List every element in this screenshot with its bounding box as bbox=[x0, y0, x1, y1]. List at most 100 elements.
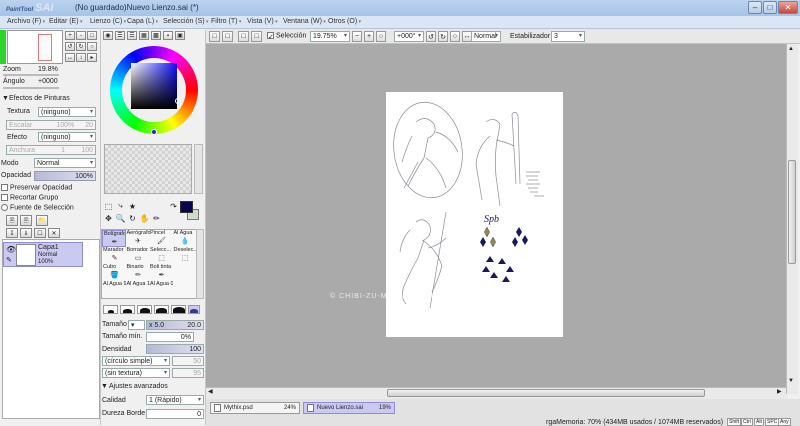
advanced-collapse-icon[interactable]: ▼ bbox=[101, 383, 108, 390]
brush-tool-cell[interactable]: Al Agua 01 bbox=[149, 281, 173, 298]
brush-tip-wide[interactable] bbox=[171, 305, 186, 314]
menu-lienzo[interactable]: Lienzo (C) bbox=[90, 18, 126, 25]
brush-tip-round[interactable] bbox=[103, 305, 118, 314]
rgb-slider-mode-icon[interactable]: ☰ bbox=[115, 31, 125, 40]
clear-layer-icon[interactable]: ☐ bbox=[34, 228, 46, 238]
navigator-view-box[interactable] bbox=[38, 34, 52, 61]
scratch-scrollbar[interactable] bbox=[194, 144, 203, 194]
new-layer-icon[interactable]: 🗎 bbox=[6, 215, 18, 226]
toolbar-btn-2[interactable]: □ bbox=[222, 31, 233, 42]
nav-reset-button[interactable]: ○ bbox=[87, 42, 97, 51]
texture-scale-slider[interactable]: Escalar 100% 20 bbox=[6, 120, 96, 130]
density-slider[interactable]: 100 bbox=[146, 344, 204, 354]
brush-tool-cell[interactable]: Borrador ▭ bbox=[126, 247, 150, 264]
selection-toggle[interactable]: ✓ Selección bbox=[267, 32, 306, 41]
radio-circle[interactable] bbox=[1, 204, 8, 211]
selection-checkbox[interactable]: ✓ bbox=[267, 32, 274, 41]
rotate-right-button[interactable]: ↻ bbox=[438, 31, 448, 42]
hsv-slider-mode-icon[interactable]: ☰ bbox=[127, 31, 137, 40]
toolbar-btn-4[interactable]: □ bbox=[251, 31, 262, 42]
brush-texture-select[interactable]: (sin textura) bbox=[102, 368, 170, 378]
brush-tip-flat-2[interactable] bbox=[154, 305, 169, 314]
brush-tool-cell[interactable]: Al Agua 💧 bbox=[173, 230, 197, 247]
menu-filtro[interactable]: Filtro (T) bbox=[211, 18, 241, 25]
checkbox-box[interactable] bbox=[1, 194, 8, 201]
scratchpad-mode-icon[interactable]: ▣ bbox=[175, 31, 185, 40]
palette-mode-icon[interactable]: ▦ bbox=[139, 31, 149, 40]
brush-tool-cell[interactable]: Pincel 🖌 bbox=[149, 230, 173, 247]
toolbar-btn-1[interactable]: □ bbox=[209, 31, 220, 42]
brush-tool-cell[interactable]: Boli tinta ✒ bbox=[149, 264, 173, 281]
menu-seleccion[interactable]: Selección (S) bbox=[163, 18, 209, 25]
new-vector-layer-icon[interactable]: 🗎 bbox=[20, 215, 32, 226]
eyedropper-icon[interactable]: ✏ bbox=[151, 213, 162, 223]
maximize-button[interactable]: □ bbox=[763, 1, 777, 14]
zoom-tool-icon[interactable]: 🔍 bbox=[115, 213, 126, 223]
brush-shape-slider[interactable]: 50 bbox=[172, 356, 204, 366]
min-size-slider[interactable]: 0% bbox=[146, 332, 194, 342]
color-wheel-mode-icon[interactable]: ◉ bbox=[103, 31, 113, 40]
move-tool-icon[interactable]: ✥ bbox=[103, 213, 114, 223]
brush-tool-cell[interactable]: Selecc... ⬚ bbox=[149, 247, 173, 264]
layer-row[interactable]: 👁 ✎ Capa1 Normal 100% bbox=[3, 242, 83, 267]
selection-source-radio[interactable]: Fuente de Selección bbox=[1, 204, 74, 211]
horizontal-scroll-thumb[interactable] bbox=[387, 389, 705, 397]
brush-grid-scrollbar[interactable] bbox=[196, 229, 204, 299]
doc-tab-mythix[interactable]: Mythix.psd 24% bbox=[210, 402, 300, 414]
saturation-value-square[interactable] bbox=[131, 63, 177, 109]
minimize-button[interactable]: – bbox=[748, 1, 762, 14]
zoom-in-button[interactable]: + bbox=[364, 31, 374, 42]
swap-colors-icon[interactable]: ↷ bbox=[168, 201, 179, 211]
scroll-right-icon[interactable]: ▶ bbox=[777, 388, 782, 395]
menu-ventana[interactable]: Ventana (W) bbox=[283, 18, 326, 25]
brush-tool-cell[interactable]: Bolígrafo ✒ bbox=[102, 230, 126, 247]
close-button[interactable]: ✕ bbox=[778, 1, 798, 14]
nav-fit-button[interactable]: □ bbox=[87, 31, 97, 40]
brush-tip-selected[interactable] bbox=[188, 305, 200, 314]
brush-tool-cell[interactable] bbox=[173, 264, 197, 281]
nav-flip-v-button[interactable]: ↕ bbox=[76, 53, 86, 62]
brush-tool-cell[interactable]: Binario ✏ bbox=[126, 264, 150, 281]
brush-tool-cell[interactable]: Al Agua 10 bbox=[126, 281, 150, 298]
opacity-slider[interactable]: 100% bbox=[34, 171, 96, 181]
hand-tool-icon[interactable]: ✋ bbox=[139, 213, 150, 223]
menu-editar[interactable]: Editar (E) bbox=[49, 18, 82, 25]
rotate-tool-icon[interactable]: ↻ bbox=[127, 213, 138, 223]
effect-select[interactable]: (ninguno) bbox=[38, 132, 96, 142]
scratch-pad[interactable] bbox=[104, 144, 192, 194]
zoom-slider[interactable] bbox=[3, 74, 59, 76]
eye-icon[interactable]: 👁 bbox=[6, 245, 16, 254]
toolbar-btn-3[interactable]: □ bbox=[238, 31, 249, 42]
vertical-scroll-thumb[interactable] bbox=[788, 160, 796, 264]
preserve-opacity-checkbox[interactable]: Preservar Opacidad bbox=[1, 184, 72, 191]
zoom-out-button[interactable]: − bbox=[352, 31, 362, 42]
delete-layer-icon[interactable]: ✕ bbox=[48, 228, 60, 238]
angle-slider[interactable] bbox=[3, 87, 59, 89]
nav-flip-button[interactable]: ↔ bbox=[65, 53, 75, 62]
brush-tool-cell[interactable]: Marador ✎ bbox=[102, 247, 126, 264]
hardness-slider[interactable]: 0 bbox=[146, 409, 204, 419]
brush-tip-flat[interactable] bbox=[137, 305, 152, 314]
brush-tool-cell[interactable]: Cubo 🪣 bbox=[102, 264, 126, 281]
rotate-reset-button[interactable]: ○ bbox=[450, 31, 460, 42]
hue-cursor[interactable] bbox=[151, 129, 157, 135]
blend-mode-select[interactable]: Normal bbox=[471, 31, 501, 42]
brush-tip-soft[interactable] bbox=[120, 305, 135, 314]
brush-texture-slider[interactable]: 95 bbox=[172, 368, 204, 378]
nav-rotate-left-button[interactable]: ↺ bbox=[65, 42, 75, 51]
navigator-preview[interactable] bbox=[7, 30, 63, 64]
magic-wand-icon[interactable]: ★ bbox=[127, 201, 138, 211]
brush-size-slider[interactable]: x 5.0 20.0 bbox=[146, 320, 204, 330]
doc-tab-nuevo-lienzo[interactable]: Nuevo Lienzo.sai 19% bbox=[303, 402, 395, 414]
color-picker-cursor[interactable] bbox=[175, 98, 181, 104]
canvas-paper[interactable]: Spb bbox=[386, 92, 563, 337]
brush-tool-cell[interactable]: Al Agua 9 bbox=[102, 281, 126, 298]
brush-tool-cell[interactable]: Aerógrafo ✈ bbox=[126, 230, 150, 247]
menu-otros[interactable]: Otros (O) bbox=[328, 18, 361, 25]
collapse-icon[interactable]: ▼ bbox=[2, 95, 9, 102]
scroll-up-icon[interactable]: ▲ bbox=[788, 46, 794, 52]
scroll-down-icon[interactable]: ▼ bbox=[788, 378, 794, 384]
quality-select[interactable]: 1 (Rápido) bbox=[146, 395, 204, 405]
brush-lock-icon[interactable]: ✎ bbox=[6, 256, 12, 264]
toolbar-zoom-select[interactable]: 19.75% bbox=[310, 31, 350, 42]
